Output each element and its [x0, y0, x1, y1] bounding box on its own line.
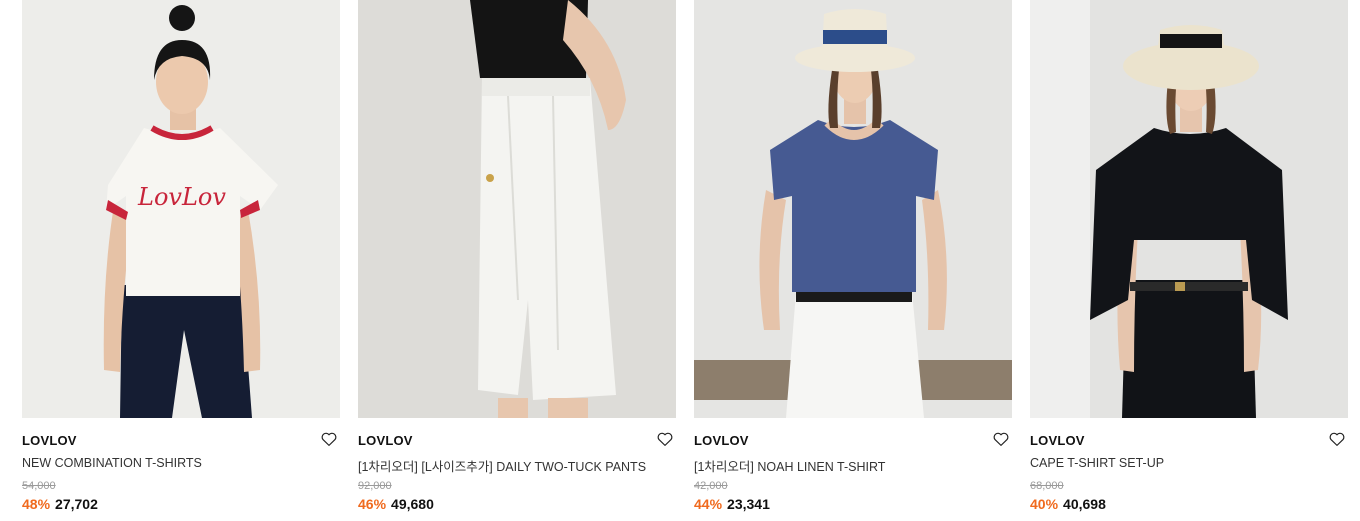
price-row: 40% 40,698	[1030, 496, 1106, 512]
discount-rate: 44%	[694, 496, 723, 512]
original-price: 68,000	[1030, 480, 1064, 492]
price-row: 44% 23,341	[694, 496, 770, 512]
product-card[interactable]: LOVLOV CAPE T-SHIRT SET-UP 68,000 40% 40,…	[1030, 0, 1348, 521]
discount-rate: 46%	[358, 496, 387, 512]
product-info: LOVLOV CAPE T-SHIRT SET-UP 68,000 40% 40,…	[1030, 418, 1348, 521]
product-card[interactable]: LovLov LOVLOV NEW COMBINATION T-SHIRTS 5…	[22, 0, 340, 521]
heart-outline-icon[interactable]	[1328, 430, 1346, 448]
brand-name[interactable]: LOVLOV	[22, 433, 77, 448]
sale-price: 49,680	[391, 496, 434, 512]
heart-outline-icon[interactable]	[656, 430, 674, 448]
brand-name[interactable]: LOVLOV	[358, 433, 413, 448]
product-name[interactable]: [1차리오더] [L사이즈추가] DAILY TWO-TUCK PANTS	[358, 456, 646, 475]
price-row: 46% 49,680	[358, 496, 434, 512]
product-name[interactable]: [1차리오더] NOAH LINEN T-SHIRT	[694, 456, 885, 475]
sale-price: 40,698	[1063, 496, 1106, 512]
product-image[interactable]	[1030, 0, 1348, 418]
price-row: 48% 27,702	[22, 496, 98, 512]
product-info: LOVLOV NEW COMBINATION T-SHIRTS 54,000 4…	[22, 418, 340, 521]
original-price: 54,000	[22, 480, 56, 492]
brand-name[interactable]: LOVLOV	[694, 433, 749, 448]
product-name[interactable]: CAPE T-SHIRT SET-UP	[1030, 456, 1164, 470]
product-grid: LovLov LOVLOV NEW COMBINATION T-SHIRTS 5…	[0, 0, 1360, 521]
product-card[interactable]: LOVLOV [1차리오더] NOAH LINEN T-SHIRT 42,000…	[694, 0, 1012, 521]
sale-price: 27,702	[55, 496, 98, 512]
product-image[interactable]	[694, 0, 1012, 418]
heart-outline-icon[interactable]	[320, 430, 338, 448]
tshirt-logo-text: LovLov	[137, 183, 226, 211]
product-image[interactable]: LovLov	[22, 0, 340, 418]
brand-name[interactable]: LOVLOV	[1030, 433, 1085, 448]
sale-price: 23,341	[727, 496, 770, 512]
product-name[interactable]: NEW COMBINATION T-SHIRTS	[22, 456, 202, 470]
discount-rate: 40%	[1030, 496, 1059, 512]
product-image[interactable]	[358, 0, 676, 418]
product-info: LOVLOV [1차리오더] NOAH LINEN T-SHIRT 42,000…	[694, 418, 1012, 521]
heart-outline-icon[interactable]	[992, 430, 1010, 448]
original-price: 92,000	[358, 480, 392, 492]
original-price: 42,000	[694, 480, 728, 492]
product-card[interactable]: LOVLOV [1차리오더] [L사이즈추가] DAILY TWO-TUCK P…	[358, 0, 676, 521]
discount-rate: 48%	[22, 496, 51, 512]
product-info: LOVLOV [1차리오더] [L사이즈추가] DAILY TWO-TUCK P…	[358, 418, 676, 521]
